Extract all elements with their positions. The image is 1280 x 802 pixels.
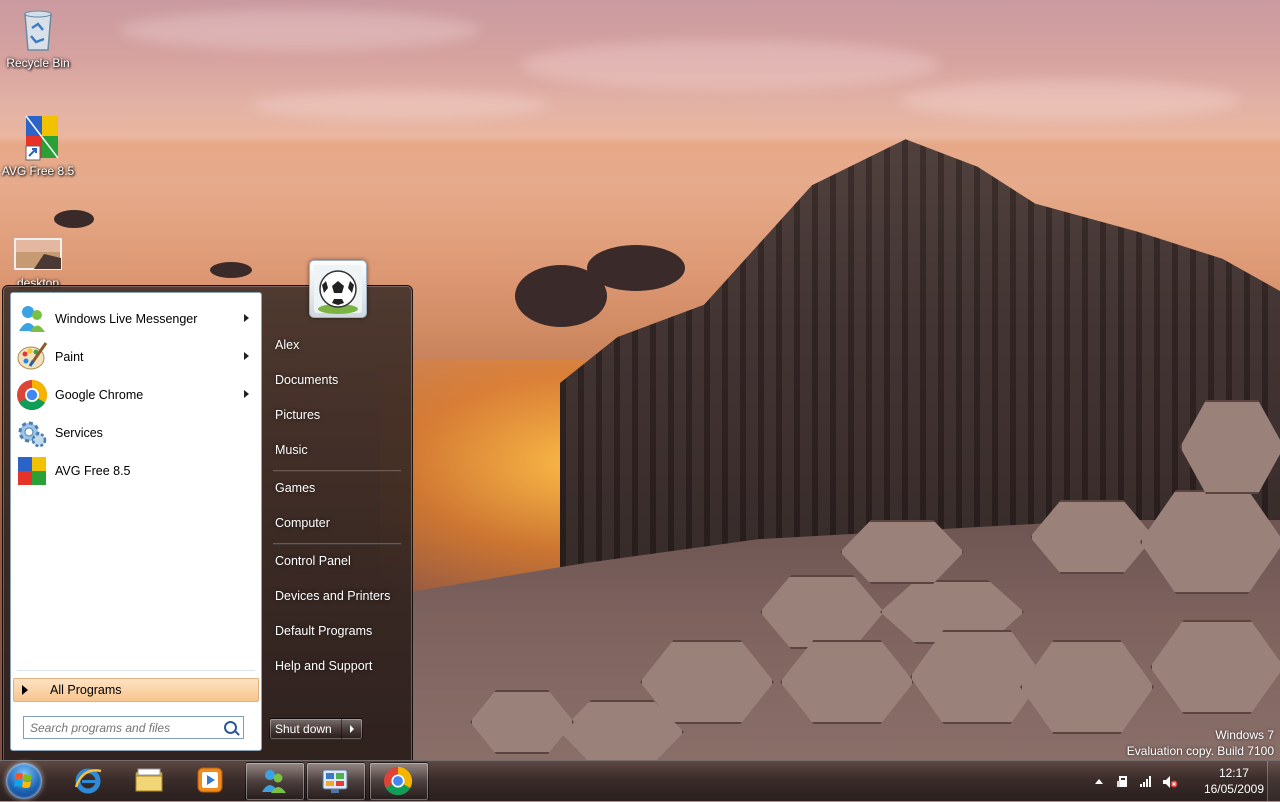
separator [273, 543, 401, 545]
right-item-computer[interactable]: Computer [267, 510, 407, 536]
network-icon[interactable] [1139, 775, 1153, 787]
right-item-label: Alex [275, 338, 300, 352]
right-item-default-programs[interactable]: Default Programs [267, 618, 407, 644]
desktop-icon-avg[interactable]: AVG Free 8.5 [0, 114, 76, 178]
system-tray: 12:17 16/05/2009 [1090, 761, 1280, 801]
services-icon [16, 417, 48, 449]
program-avg-free[interactable]: AVG Free 8.5 [13, 453, 259, 489]
shutdown-button[interactable]: Shut down [270, 719, 341, 739]
start-menu: Windows Live Messenger Paint Google Chro… [2, 260, 413, 762]
taskbar-internet-explorer[interactable] [60, 762, 118, 799]
start-menu-program-list: Windows Live Messenger Paint Google Chro… [10, 292, 262, 673]
internet-explorer-icon [74, 768, 102, 794]
windows-explorer-icon [135, 768, 163, 792]
right-item-label: Games [275, 481, 316, 495]
taskbar-google-chrome[interactable] [369, 762, 429, 801]
program-paint[interactable]: Paint [13, 339, 259, 375]
windows-logo-icon [6, 763, 42, 799]
watermark-line2: Evaluation copy. Build 7100 [1126, 744, 1274, 758]
submenu-arrow-icon[interactable] [244, 390, 249, 398]
clock-time: 12:17 [1218, 766, 1249, 780]
right-item-label: Music [275, 443, 308, 457]
action-center-icon[interactable] [1116, 775, 1130, 787]
right-item-label: Documents [275, 373, 339, 387]
taskbar-messenger[interactable] [245, 762, 305, 801]
evaluation-watermark: Windows 7 Evaluation copy. Build 7100 [1127, 727, 1274, 759]
messenger-icon [16, 303, 48, 335]
show-desktop-button[interactable] [1267, 761, 1280, 801]
right-item-label: Pictures [275, 408, 321, 422]
control-panel-icon [322, 769, 348, 793]
program-label: Services [55, 426, 103, 440]
start-button[interactable] [4, 762, 44, 800]
taskbar-windows-explorer[interactable] [121, 762, 179, 799]
chrome-icon [383, 766, 413, 796]
triangle-right-icon [22, 685, 28, 695]
search-field[interactable] [23, 716, 244, 739]
program-label: AVG Free 8.5 [55, 464, 131, 478]
clock[interactable]: 12:17 16/05/2009 [1204, 765, 1264, 797]
desktop-icon-recycle-bin[interactable]: Recycle Bin [0, 6, 76, 70]
search-input[interactable] [24, 719, 222, 736]
right-item-label: Devices and Printers [275, 589, 391, 603]
chrome-icon [16, 379, 48, 411]
program-windows-live-messenger[interactable]: Windows Live Messenger [13, 301, 259, 337]
search-icon[interactable] [224, 721, 237, 734]
shutdown-button-group: Shut down [269, 718, 363, 740]
right-item-label: Default Programs [275, 624, 373, 638]
taskbar-media-player[interactable] [182, 762, 240, 799]
desktop-icon-label: Recycle Bin [6, 56, 70, 70]
submenu-arrow-icon[interactable] [244, 352, 249, 360]
chevron-right-icon [350, 725, 354, 733]
right-item-control-panel[interactable]: Control Panel [267, 548, 407, 574]
right-item-label: Help and Support [275, 659, 373, 673]
program-label: Google Chrome [55, 388, 144, 402]
watermark-line1: Windows 7 [1215, 728, 1274, 742]
right-item-music[interactable]: Music [267, 437, 407, 463]
shutdown-options-button[interactable] [341, 719, 362, 739]
avg-icon [14, 114, 62, 162]
start-menu-bottom-left: All Programs [10, 670, 262, 751]
volume-muted-icon[interactable] [1162, 775, 1178, 788]
right-item-label: Computer [275, 516, 330, 530]
desktop-icon-desktop[interactable]: desktop [0, 236, 76, 290]
paint-icon [16, 341, 48, 373]
show-hidden-icons[interactable] [1092, 775, 1106, 787]
right-item-games[interactable]: Games [267, 475, 407, 501]
right-item-help-support[interactable]: Help and Support [267, 653, 407, 679]
avg-icon [16, 455, 48, 487]
program-google-chrome[interactable]: Google Chrome [13, 377, 259, 413]
separator [273, 470, 401, 472]
all-programs-label: All Programs [50, 683, 122, 697]
taskbar-control-panel[interactable] [306, 762, 366, 801]
right-item-label: Control Panel [275, 554, 351, 568]
desktop-icon-label: AVG Free 8.5 [1, 164, 75, 178]
image-file-icon [14, 236, 62, 274]
program-services[interactable]: Services [13, 415, 259, 451]
user-picture[interactable] [309, 260, 367, 318]
program-label: Paint [55, 350, 84, 364]
all-programs-button[interactable]: All Programs [13, 678, 259, 702]
clock-date: 16/05/2009 [1203, 782, 1264, 796]
right-item-documents[interactable]: Documents [267, 367, 407, 393]
right-item-devices-printers[interactable]: Devices and Printers [267, 583, 407, 609]
submenu-arrow-icon[interactable] [244, 314, 249, 322]
right-item-pictures[interactable]: Pictures [267, 402, 407, 428]
recycle-bin-icon [14, 6, 62, 54]
right-item-user[interactable]: Alex [267, 332, 407, 358]
media-player-icon [197, 767, 223, 793]
soccer-ball-icon [314, 265, 362, 314]
taskbar: 12:17 16/05/2009 [0, 760, 1280, 801]
program-label: Windows Live Messenger [55, 312, 198, 326]
messenger-icon [262, 770, 286, 793]
